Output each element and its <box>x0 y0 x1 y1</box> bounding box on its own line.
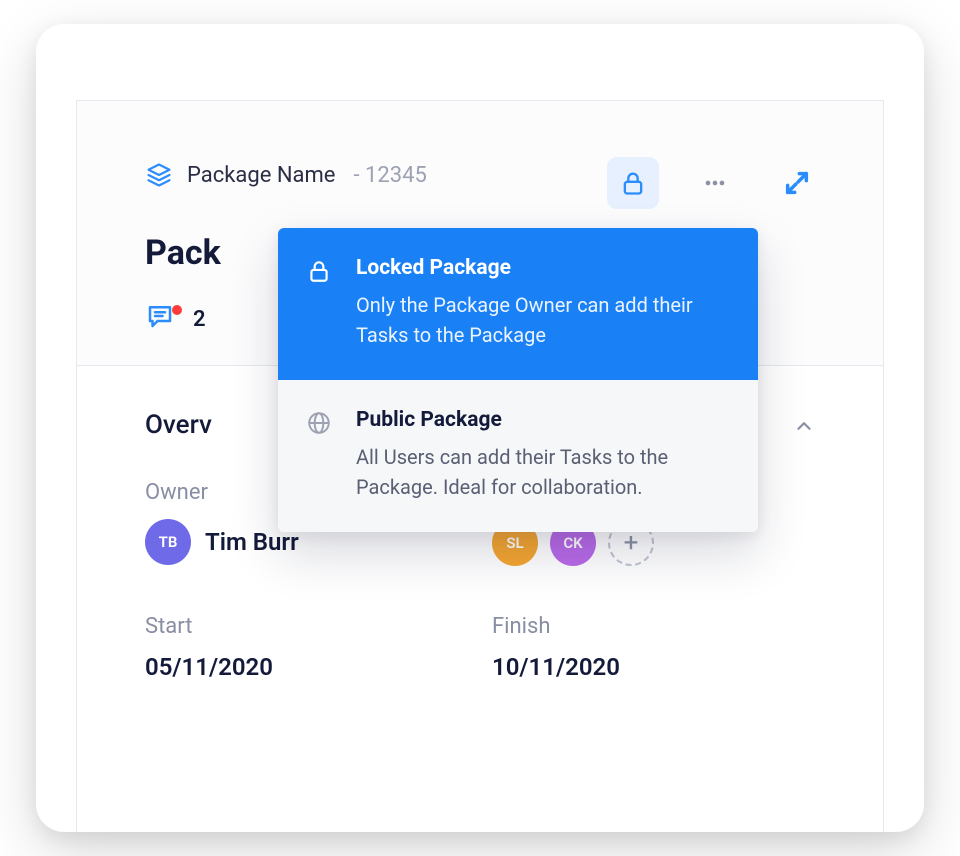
visibility-dropdown: Locked Package Only the Package Owner ca… <box>278 228 758 532</box>
option-title: Public Package <box>356 408 724 432</box>
package-card: Package Name - 12345 <box>36 24 924 832</box>
breadcrumb-id: - 12345 <box>353 163 426 188</box>
finish-label: Finish <box>492 614 815 639</box>
globe-icon <box>306 408 336 502</box>
lock-icon <box>306 256 336 350</box>
start-date[interactable]: 05/11/2020 <box>145 653 468 681</box>
more-button[interactable] <box>689 157 741 209</box>
start-label: Start <box>145 614 468 639</box>
visibility-option-public[interactable]: Public Package All Users can add their T… <box>278 380 758 532</box>
option-desc: Only the Package Owner can add their Tas… <box>356 290 724 350</box>
header-actions <box>607 157 823 209</box>
option-desc: All Users can add their Tasks to the Pac… <box>356 442 724 502</box>
notification-dot-icon <box>171 297 183 322</box>
lock-button[interactable] <box>607 157 659 209</box>
expand-button[interactable] <box>771 157 823 209</box>
owner-avatar: TB <box>145 519 191 565</box>
start-field: Start 05/11/2020 <box>145 614 468 681</box>
breadcrumb-name[interactable]: Package Name <box>187 163 335 188</box>
layers-icon <box>145 161 173 189</box>
finish-date[interactable]: 10/11/2020 <box>492 653 815 681</box>
finish-field: Finish 10/11/2020 <box>492 614 815 681</box>
overview-heading: Overv <box>145 410 212 440</box>
owner-name: Tim Burr <box>205 528 299 556</box>
visibility-option-locked[interactable]: Locked Package Only the Package Owner ca… <box>278 228 758 380</box>
option-title: Locked Package <box>356 256 724 280</box>
comments-count: 2 <box>193 307 206 332</box>
chevron-up-icon <box>793 414 815 436</box>
